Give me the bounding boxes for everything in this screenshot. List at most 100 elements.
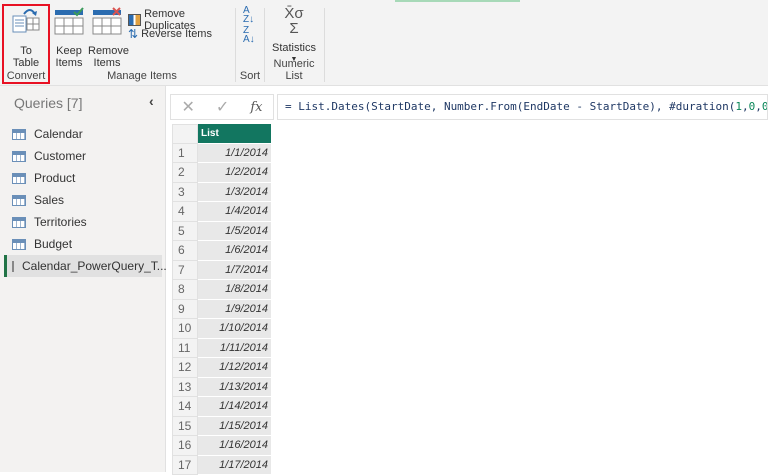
- divider: [324, 8, 325, 82]
- list-cell[interactable]: 1/4/2014: [198, 202, 271, 222]
- table-icon: [12, 195, 26, 206]
- column-header-list[interactable]: List: [198, 124, 271, 144]
- data-grid: List 11/1/201421/2/201431/3/201441/4/201…: [172, 124, 271, 475]
- query-item[interactable]: Customer: [4, 145, 162, 167]
- reverse-items-button[interactable]: ⇅Reverse Items: [128, 27, 212, 41]
- cancel-icon[interactable]: ✕: [182, 97, 195, 117]
- table-row: 121/12/2014: [172, 358, 271, 378]
- query-label: Calendar: [34, 127, 83, 141]
- row-number: 8: [172, 280, 198, 300]
- list-cell[interactable]: 1/16/2014: [198, 436, 271, 456]
- collapse-pane-button[interactable]: ‹: [149, 93, 154, 109]
- sort-ascending-button[interactable]: AZ↓: [243, 6, 254, 24]
- statistics-label: Statistics: [265, 42, 323, 54]
- row-number: 12: [172, 358, 198, 378]
- row-number: 15: [172, 417, 198, 437]
- query-label: Sales: [34, 193, 64, 207]
- query-label: Territories: [34, 215, 87, 229]
- keep-items-label: Keep Items: [54, 45, 84, 69]
- statistics-icon: X̄σΣ: [265, 6, 323, 36]
- table-icon: [12, 261, 14, 272]
- reverse-items-label: Reverse Items: [141, 28, 212, 40]
- formula-input[interactable]: = List.Dates(StartDate, Number.From(EndD…: [277, 94, 768, 120]
- list-cell[interactable]: 1/14/2014: [198, 397, 271, 417]
- row-number: 9: [172, 300, 198, 320]
- list-cell[interactable]: 1/10/2014: [198, 319, 271, 339]
- list-cell[interactable]: 1/6/2014: [198, 241, 271, 261]
- query-item[interactable]: Calendar_PowerQuery_T...: [4, 255, 162, 277]
- table-row: 141/14/2014: [172, 397, 271, 417]
- group-manage-items: Keep Items Remove Items Remove Duplicate…: [52, 4, 232, 84]
- commit-icon[interactable]: ✓: [216, 97, 229, 117]
- row-number: 5: [172, 222, 198, 242]
- row-number: 13: [172, 378, 198, 398]
- table-row: 131/13/2014: [172, 378, 271, 398]
- list-cell[interactable]: 1/8/2014: [198, 280, 271, 300]
- formula-comma: ,: [755, 100, 762, 113]
- group-label-numeric-list: Numeric List: [265, 58, 323, 82]
- keep-items-button[interactable]: Keep Items: [52, 6, 86, 69]
- keep-items-icon: [53, 6, 85, 38]
- row-number: 17: [172, 456, 198, 475]
- list-cell[interactable]: 1/5/2014: [198, 222, 271, 242]
- row-number: 14: [172, 397, 198, 417]
- query-item[interactable]: Budget: [4, 233, 162, 255]
- list-cell[interactable]: 1/1/2014: [198, 144, 271, 164]
- query-label: Calendar_PowerQuery_T...: [22, 259, 167, 273]
- table-icon: [12, 173, 26, 184]
- query-item[interactable]: Product: [4, 167, 162, 189]
- table-row: 151/15/2014: [172, 417, 271, 437]
- list-cell[interactable]: 1/2/2014: [198, 163, 271, 183]
- statistics-button[interactable]: X̄σΣ Statistics ▼: [265, 6, 323, 66]
- query-item[interactable]: Calendar: [4, 123, 162, 145]
- group-label-manage-items: Manage Items: [52, 70, 232, 82]
- table-row: 101/10/2014: [172, 319, 271, 339]
- row-number: 2: [172, 163, 198, 183]
- table-row: 41/4/2014: [172, 202, 271, 222]
- table-icon: [12, 217, 26, 228]
- row-number: 16: [172, 436, 198, 456]
- remove-items-label: Remove Items: [88, 45, 126, 69]
- formula-text: = List.Dates(StartDate, Number.From(EndD…: [285, 100, 735, 113]
- table-row: 51/5/2014: [172, 222, 271, 242]
- table-row: 71/7/2014: [172, 261, 271, 281]
- remove-items-button[interactable]: Remove Items: [88, 6, 126, 69]
- table-row: 81/8/2014: [172, 280, 271, 300]
- list-cell[interactable]: 1/15/2014: [198, 417, 271, 437]
- table-row: 91/9/2014: [172, 300, 271, 320]
- list-cell[interactable]: 1/17/2014: [198, 456, 271, 475]
- list-cell[interactable]: 1/11/2014: [198, 339, 271, 359]
- table-row: 161/16/2014: [172, 436, 271, 456]
- queries-title: Queries [7]: [14, 95, 82, 111]
- query-label: Budget: [34, 237, 72, 251]
- table-row: 111/11/2014: [172, 339, 271, 359]
- list-cell[interactable]: 1/7/2014: [198, 261, 271, 281]
- query-item[interactable]: Sales: [4, 189, 162, 211]
- active-tab-indicator: [395, 0, 520, 2]
- query-label: Customer: [34, 149, 86, 163]
- group-label-sort: Sort: [236, 70, 264, 82]
- group-sort: AZ↓ ZA↓ Sort: [236, 4, 264, 84]
- row-number: 10: [172, 319, 198, 339]
- query-item[interactable]: Territories: [4, 211, 162, 233]
- row-number: 4: [172, 202, 198, 222]
- table-row: 11/1/2014: [172, 144, 271, 164]
- formula-number: 1: [735, 100, 742, 113]
- corner-cell: [172, 124, 198, 144]
- row-number: 1: [172, 144, 198, 164]
- sort-descending-button[interactable]: ZA↓: [243, 26, 255, 44]
- query-label: Product: [34, 171, 75, 185]
- row-number: 3: [172, 183, 198, 203]
- list-cell[interactable]: 1/12/2014: [198, 358, 271, 378]
- table-icon: [12, 239, 26, 250]
- queries-pane: Queries [7] ‹ Calendar Customer Product Sal…: [0, 86, 166, 472]
- ribbon: To Table Convert Keep Items Remove Items…: [0, 0, 768, 86]
- row-number: 6: [172, 241, 198, 261]
- list-cell[interactable]: 1/13/2014: [198, 378, 271, 398]
- list-cell[interactable]: 1/9/2014: [198, 300, 271, 320]
- list-cell[interactable]: 1/3/2014: [198, 183, 271, 203]
- remove-duplicates-icon: [128, 14, 141, 26]
- table-row: 21/2/2014: [172, 163, 271, 183]
- fx-icon[interactable]: fx: [250, 100, 262, 115]
- formula-bar: ✕ ✓ fx = List.Dates(StartDate, Number.Fr…: [170, 94, 768, 120]
